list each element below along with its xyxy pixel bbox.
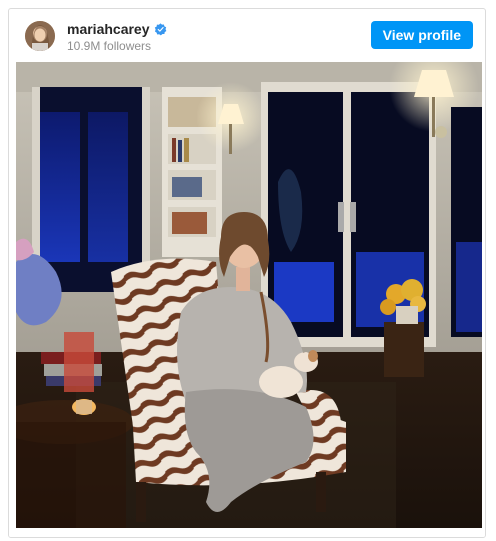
username-link[interactable]: mariahcarey bbox=[67, 21, 150, 37]
post-header: mariahcarey 10.9M followers View profile bbox=[9, 9, 485, 61]
username-row: mariahcarey bbox=[67, 21, 167, 37]
instagram-embed-card: mariahcarey 10.9M followers View profile bbox=[8, 8, 486, 538]
view-profile-button[interactable]: View profile bbox=[370, 21, 473, 49]
post-photo[interactable] bbox=[16, 62, 482, 528]
avatar-image bbox=[25, 21, 55, 51]
profile-avatar[interactable] bbox=[25, 21, 55, 51]
post-image bbox=[16, 62, 482, 528]
follower-count: 10.9M followers bbox=[67, 39, 152, 53]
card-footer bbox=[9, 530, 485, 537]
verified-badge-icon bbox=[154, 22, 167, 36]
